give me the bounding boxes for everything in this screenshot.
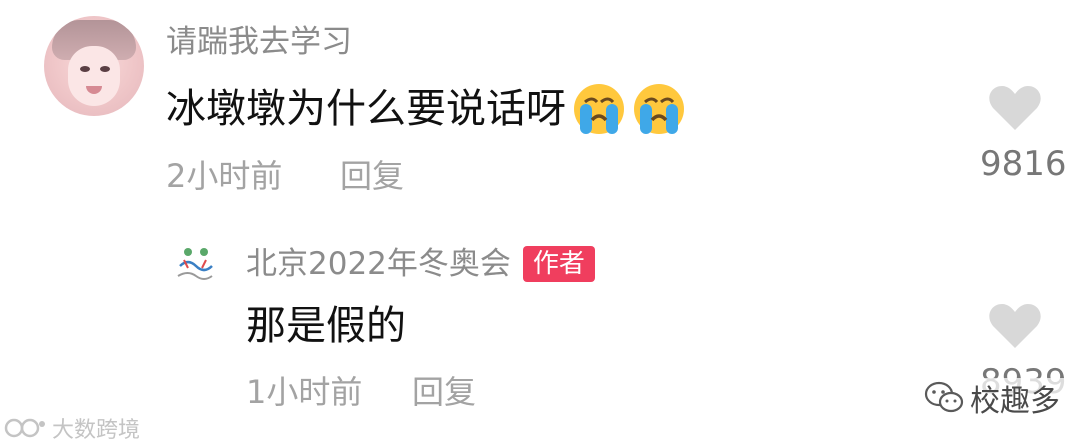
comment-reply-button[interactable]: 回复 bbox=[340, 156, 404, 196]
loudly-crying-face-icon bbox=[632, 82, 686, 136]
avatar-face bbox=[68, 46, 120, 106]
watermark-logo-icon bbox=[4, 418, 45, 438]
reply-username[interactable]: 北京2022年冬奥会 bbox=[246, 244, 511, 284]
heart-icon bbox=[989, 86, 1041, 130]
reply-username-row: 北京2022年冬奥会 作者 bbox=[246, 244, 595, 284]
comment-like-count: 9816 bbox=[980, 144, 1067, 184]
comment-content: 冰墩墩为什么要说话呀 bbox=[166, 82, 686, 136]
heart-icon bbox=[989, 304, 1041, 348]
comment-time: 2小时前 bbox=[166, 157, 283, 195]
watermark-left-text: 大数跨境 bbox=[52, 418, 141, 443]
watermark-left: 大数跨境 bbox=[4, 412, 140, 444]
avatar-eye-right bbox=[100, 66, 110, 72]
author-badge: 作者 bbox=[522, 246, 595, 282]
watermark-right-text: 校趣多 bbox=[970, 384, 1060, 419]
avatar-eye-left bbox=[80, 66, 90, 72]
reply-text: 那是假的 bbox=[246, 303, 406, 349]
avatar[interactable] bbox=[44, 16, 144, 116]
loudly-crying-face-icon bbox=[572, 82, 626, 136]
reply-avatar[interactable] bbox=[166, 236, 224, 294]
comment-username[interactable]: 请踹我去学习 bbox=[166, 22, 352, 62]
reply-time: 1小时前 bbox=[246, 373, 363, 411]
watermark-right: 校趣多 bbox=[920, 378, 1070, 419]
comment-text: 冰墩墩为什么要说话呀 bbox=[166, 86, 566, 132]
wechat-icon bbox=[924, 381, 964, 413]
reply-reply-button[interactable]: 回复 bbox=[412, 372, 476, 412]
comment-like-button[interactable]: 9816 bbox=[980, 84, 1067, 184]
